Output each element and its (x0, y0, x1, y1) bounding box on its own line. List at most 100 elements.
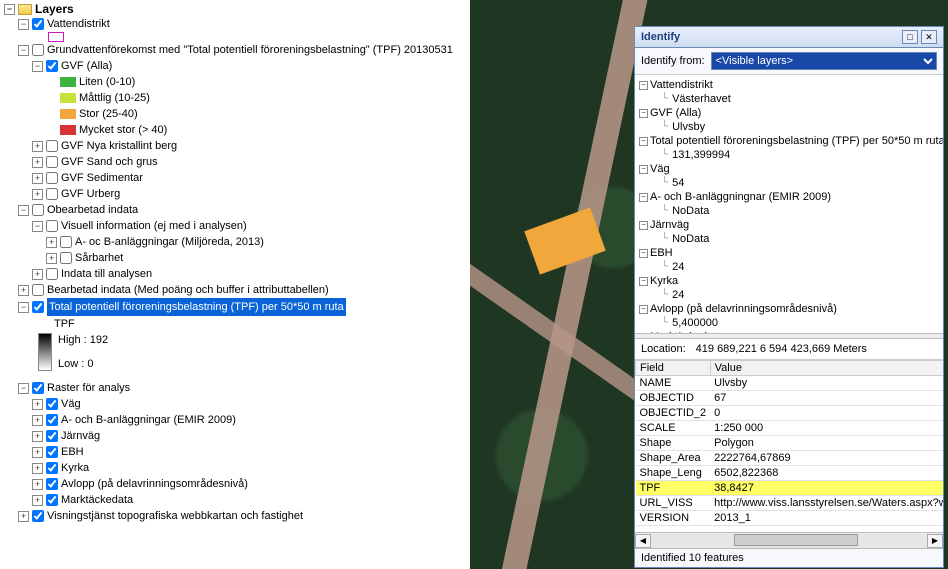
layer-checkbox[interactable] (46, 172, 58, 184)
layer-obearbetad[interactable]: −Obearbetad indata (4, 202, 466, 218)
expand-icon[interactable]: + (32, 431, 43, 442)
layer-raster-group[interactable]: −Raster för analys (4, 380, 466, 396)
expand-icon[interactable]: + (32, 415, 43, 426)
collapse-icon[interactable]: − (639, 193, 648, 202)
identify-from-select[interactable]: <Visible layers> (711, 52, 937, 70)
layer-bearbetad[interactable]: +Bearbetad indata (Med poäng och buffer … (4, 282, 466, 298)
expand-icon[interactable]: + (32, 173, 43, 184)
expand-icon[interactable]: + (32, 463, 43, 474)
scrollbar-thumb[interactable] (734, 534, 858, 546)
dropdown-button[interactable]: □ (902, 30, 918, 44)
identify-tree[interactable]: −Vattendistrikt └Västerhavet −GVF (Alla)… (635, 75, 943, 333)
layer-jarnvag[interactable]: +Järnväg (4, 428, 466, 444)
collapse-icon[interactable]: − (639, 305, 648, 314)
layer-marktacke[interactable]: +Marktäckedata (4, 492, 466, 508)
collapse-icon[interactable]: − (639, 81, 648, 90)
identify-tree-leaf[interactable]: └131,399994 (639, 148, 939, 162)
table-row[interactable]: VERSION2013_1 (636, 511, 944, 526)
identify-tree-item[interactable]: −EBH (639, 246, 939, 260)
layer-vattendistrikt[interactable]: − Vattendistrikt (4, 16, 466, 32)
horizontal-scrollbar[interactable]: ◀ ▶ (635, 532, 943, 548)
identify-tree-leaf[interactable]: └Västerhavet (639, 92, 939, 106)
layer-checkbox[interactable] (32, 382, 44, 394)
scrollbar-track[interactable] (651, 534, 927, 548)
collapse-icon[interactable]: − (639, 137, 648, 146)
layer-checkbox[interactable] (46, 156, 58, 168)
layer-visning[interactable]: +Visningstjänst topografiska webbkartan … (4, 508, 466, 524)
table-row[interactable]: ShapePolygon (636, 436, 944, 451)
table-row[interactable]: OBJECTID_20 (636, 406, 944, 421)
layer-checkbox[interactable] (46, 478, 58, 490)
layer-checkbox[interactable] (46, 60, 58, 72)
table-row[interactable]: Shape_Leng6502,822368 (636, 466, 944, 481)
layer-checkbox[interactable] (46, 140, 58, 152)
layer-checkbox[interactable] (32, 301, 44, 313)
layer-avlopp[interactable]: +Avlopp (på delavrinningsområdesnivå) (4, 476, 466, 492)
layer-tpf-selected[interactable]: − Total potentiell föroreningsbelastning… (4, 298, 466, 316)
identify-tree-leaf[interactable]: └5,400000 (639, 316, 939, 330)
layer-gvf-nya[interactable]: +GVF Nya kristallint berg (4, 138, 466, 154)
collapse-icon[interactable]: − (639, 109, 648, 118)
collapse-icon[interactable]: − (32, 221, 43, 232)
layer-gvf-sand[interactable]: +GVF Sand och grus (4, 154, 466, 170)
collapse-icon[interactable]: − (639, 277, 648, 286)
field-header[interactable]: Field (636, 361, 711, 376)
collapse-icon[interactable]: − (18, 383, 29, 394)
layer-gvf-urb[interactable]: +GVF Urberg (4, 186, 466, 202)
layer-checkbox[interactable] (46, 462, 58, 474)
layer-checkbox[interactable] (46, 188, 58, 200)
layer-ebh[interactable]: +EBH (4, 444, 466, 460)
layer-checkbox[interactable] (60, 252, 72, 264)
collapse-icon[interactable]: − (4, 4, 15, 15)
identify-tree-item[interactable]: −Järnväg (639, 218, 939, 232)
identify-titlebar[interactable]: Identify □ ✕ (635, 27, 943, 48)
layer-ab-anl[interactable]: +A- oc B-anläggningar (Miljöreda, 2013) (4, 234, 466, 250)
identify-tree-leaf[interactable]: └Ulvsby (639, 120, 939, 134)
layer-gvf-group[interactable]: − Grundvattenförekomst med "Total potent… (4, 42, 466, 58)
collapse-icon[interactable]: − (18, 19, 29, 30)
layer-checkbox[interactable] (46, 220, 58, 232)
table-row-highlighted[interactable]: TPF38,8427 (636, 481, 944, 496)
layer-checkbox[interactable] (32, 204, 44, 216)
layer-checkbox[interactable] (46, 446, 58, 458)
layer-checkbox[interactable] (46, 414, 58, 426)
expand-icon[interactable]: + (18, 511, 29, 522)
expand-icon[interactable]: + (32, 399, 43, 410)
scroll-left-button[interactable]: ◀ (635, 534, 651, 548)
identify-tree-item[interactable]: −Avlopp (på delavrinningsområdesnivå) (639, 302, 939, 316)
table-row[interactable]: SCALE1:250 000 (636, 421, 944, 436)
identify-tree-item[interactable]: −Kyrka (639, 274, 939, 288)
expand-icon[interactable]: + (32, 479, 43, 490)
expand-icon[interactable]: + (32, 495, 43, 506)
identify-tree-leaf[interactable]: └24 (639, 288, 939, 302)
layer-ab-emir[interactable]: +A- och B-anläggningar (EMIR 2009) (4, 412, 466, 428)
layer-checkbox[interactable] (46, 430, 58, 442)
expand-icon[interactable]: + (18, 285, 29, 296)
layer-checkbox[interactable] (46, 398, 58, 410)
identify-tree-item[interactable]: −Total potentiell föroreningsbelastning … (639, 134, 939, 148)
layer-gvf-sed[interactable]: +GVF Sedimentar (4, 170, 466, 186)
layer-checkbox[interactable] (32, 284, 44, 296)
layer-vag[interactable]: +Väg (4, 396, 466, 412)
layer-checkbox[interactable] (46, 494, 58, 506)
layer-kyrka[interactable]: +Kyrka (4, 460, 466, 476)
layer-gvf-alla[interactable]: − GVF (Alla) (4, 58, 466, 74)
identify-tree-leaf[interactable]: └24 (639, 260, 939, 274)
identify-tree-item[interactable]: −A- och B-anläggningnar (EMIR 2009) (639, 190, 939, 204)
layer-checkbox[interactable] (32, 18, 44, 30)
collapse-icon[interactable]: − (18, 302, 29, 313)
identify-tree-leaf[interactable]: └NoData (639, 232, 939, 246)
value-header[interactable]: Value (710, 361, 943, 376)
expand-icon[interactable]: + (32, 189, 43, 200)
collapse-icon[interactable]: − (639, 221, 648, 230)
layer-sarbarhet[interactable]: +Sårbarhet (4, 250, 466, 266)
table-row[interactable]: OBJECTID67 (636, 391, 944, 406)
expand-icon[interactable]: + (32, 447, 43, 458)
expand-icon[interactable]: + (32, 269, 43, 280)
layer-indata[interactable]: +Indata till analysen (4, 266, 466, 282)
expand-icon[interactable]: + (32, 141, 43, 152)
expand-icon[interactable]: + (32, 157, 43, 168)
identify-tree-leaf[interactable]: └NoData (639, 204, 939, 218)
table-row[interactable]: URL_VISShttp://www.viss.lansstyrelsen.se… (636, 496, 944, 511)
table-row[interactable]: Shape_Area2222764,67869 (636, 451, 944, 466)
